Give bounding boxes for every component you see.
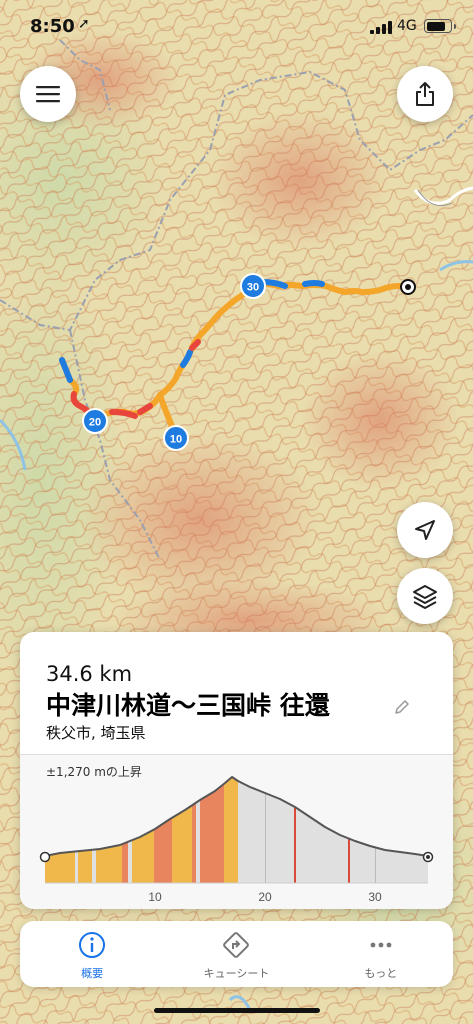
svg-text:20: 20: [89, 417, 101, 429]
tab-more-label: もっと: [364, 967, 398, 980]
share-button[interactable]: [397, 66, 453, 122]
svg-text:30: 30: [247, 282, 259, 294]
x-tick-20: 20: [258, 890, 272, 904]
svg-text:10: 10: [170, 434, 182, 446]
route-title: 中津川林道〜三国峠 往還: [46, 691, 330, 720]
bottom-tab-bar: 概要 キューシート もっと: [20, 921, 453, 987]
tab-overview-label: 概要: [81, 967, 104, 980]
route-location: 秩父市, 埼玉県: [46, 724, 146, 742]
tab-cue-sheet-label: キューシート: [203, 967, 270, 980]
km-marker-10[interactable]: 10: [163, 425, 189, 451]
tab-overview[interactable]: 概要: [20, 921, 164, 987]
km-marker-30[interactable]: 30: [240, 273, 266, 299]
menu-button[interactable]: [20, 66, 76, 122]
elevation-profile[interactable]: 10 20 30 ±1,270 mの上昇: [20, 755, 453, 909]
tab-cue-sheet[interactable]: キューシート: [164, 921, 308, 987]
turn-sign-icon: [220, 929, 252, 961]
network-type: 4G: [397, 18, 417, 34]
battery-icon: [424, 19, 456, 33]
navigation-arrow-icon: [415, 520, 435, 540]
info-icon: [76, 929, 108, 961]
edit-pencil-icon[interactable]: [393, 698, 411, 716]
status-time: 8:50: [30, 16, 75, 37]
cell-signal-icon: [370, 20, 394, 34]
location-services-icon: ➚: [78, 16, 90, 32]
route-distance: 34.6 km: [46, 662, 133, 686]
layers-icon: [413, 585, 437, 609]
km-marker-20[interactable]: 20: [82, 408, 108, 434]
route-info-card[interactable]: 34.6 km 中津川林道〜三国峠 往還 秩父市, 埼玉県 10 20 30 ±…: [20, 632, 453, 909]
share-icon: [416, 82, 434, 106]
x-tick-10: 10: [148, 890, 162, 904]
locate-button[interactable]: [397, 502, 453, 558]
status-bar: 8:50 ➚ 4G: [0, 0, 473, 52]
x-tick-30: 30: [368, 890, 382, 904]
tab-more[interactable]: もっと: [309, 921, 453, 987]
more-dots-icon: [365, 929, 397, 961]
menu-icon: [36, 86, 60, 103]
elevation-climb: ±1,270 mの上昇: [46, 765, 142, 779]
layers-button[interactable]: [397, 568, 453, 624]
home-indicator: [154, 1008, 320, 1013]
